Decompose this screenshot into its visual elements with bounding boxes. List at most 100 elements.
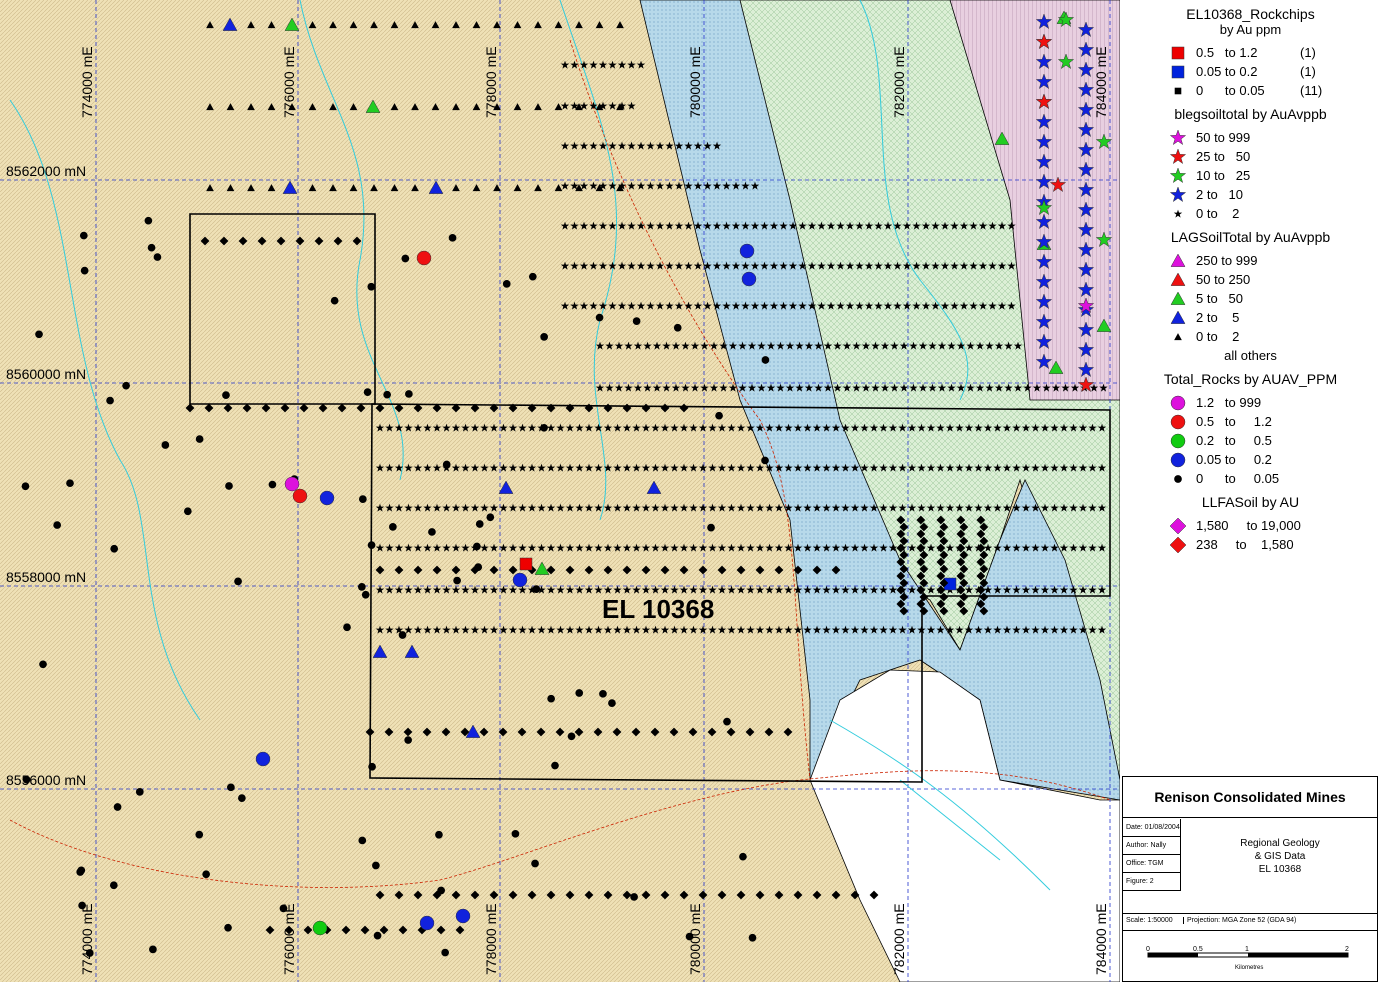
rock-sample [149, 945, 157, 954]
rock-sample [673, 323, 682, 332]
rock-sample [473, 542, 481, 551]
legend-row-count: (11) [1300, 83, 1323, 98]
legend-note: all others [1224, 348, 1277, 363]
figure-field: Figure: 2 [1123, 873, 1181, 891]
star-symbol-icon [1170, 149, 1186, 165]
rock-sample [707, 523, 715, 532]
rock-sample [330, 296, 339, 305]
legend-row: 250 to 999 [1122, 251, 1379, 270]
easting-label: 782000 mE [891, 903, 907, 975]
legend-row-label: 50 to 999 [1196, 130, 1251, 145]
rock-sample [357, 583, 366, 591]
legend-section-title: blegsoiltotal by AuAvppb [1174, 106, 1327, 122]
rock-sample [748, 933, 757, 942]
rock-sample [372, 861, 380, 870]
scale-tick-05: 0.5 [1193, 946, 1203, 953]
rock-sample [110, 544, 119, 553]
rock-sample [367, 541, 376, 549]
rock-sample [453, 576, 461, 585]
scale-tick-1: 1 [1245, 946, 1249, 953]
triangle-symbol-icon [1170, 291, 1186, 305]
rock-sample-blue [255, 751, 271, 767]
legend-row: 0.5 to 1.2 (1) [1122, 43, 1379, 62]
rock-sample [437, 886, 445, 895]
circle-symbol-icon [1170, 395, 1186, 411]
rock-sample [474, 563, 483, 571]
rock-sample [502, 280, 511, 288]
legend-row-label: 0.05 to 0.2 [1196, 64, 1258, 79]
northing-label: 8558000 mN [6, 569, 86, 585]
title-block: Renison Consolidated Mines Date: 01/08/2… [1122, 776, 1378, 982]
legend-row: 2 to 10 [1122, 185, 1379, 204]
rock-sample [113, 803, 122, 811]
rock-sample-blue [512, 572, 528, 588]
rockchip-sample-red [519, 557, 533, 571]
legend-row: 0 to 2 [1122, 204, 1379, 223]
square-symbol-icon [1171, 46, 1185, 60]
rock-sample [195, 830, 204, 839]
rock-sample [632, 317, 641, 325]
rock-sample [79, 231, 88, 240]
rock-sample [383, 390, 391, 399]
rock-sample [144, 216, 153, 225]
scale-field: Scale: 1:50000 [1126, 917, 1173, 924]
legend-row-count: (1) [1300, 64, 1316, 79]
rock-sample [428, 528, 436, 536]
rock-sample [35, 330, 43, 339]
rock-sample-blue [419, 915, 435, 931]
rock-sample [595, 313, 604, 322]
star-symbol-icon [1173, 209, 1183, 218]
company-name: Renison Consolidated Mines [1123, 777, 1377, 818]
legend-row: 1,580 to 19,000 [1122, 516, 1379, 535]
rock-sample [373, 931, 382, 940]
rock-sample-blue [739, 243, 755, 259]
rock-sample [540, 423, 548, 432]
legend-row-label: 0.5 to 1.2 [1196, 414, 1272, 429]
rock-sample-high [284, 476, 300, 492]
rock-sample [547, 694, 555, 703]
legend-row-label: 2 to 5 [1196, 310, 1240, 325]
geology-map[interactable]: 774000 mE 774000 mE 776000 mE 776000 mE 7780… [0, 0, 1121, 983]
rock-sample [761, 356, 770, 364]
triangle-symbol-icon [1170, 310, 1186, 324]
legend-row: 25 to 50 [1122, 147, 1379, 166]
easting-label: 778000 mE [483, 46, 499, 118]
easting-label: 778000 mE [483, 903, 499, 975]
legend-row-label: 10 to 25 [1196, 168, 1251, 183]
title-line-1: Regional Geology [1240, 838, 1320, 849]
rock-sample [528, 272, 537, 281]
legend-row: 50 to 250 [1122, 270, 1379, 289]
rock-sample [135, 788, 144, 796]
legend-row: 2 to 5 [1122, 308, 1379, 327]
easting-label: 782000 mE [891, 46, 907, 118]
legend-row-label: 0 to 2 [1196, 206, 1240, 221]
rock-sample [599, 689, 607, 698]
rock-sample [367, 282, 376, 291]
rock-sample [368, 762, 376, 771]
rock-sample [225, 482, 233, 490]
rock-sample [475, 520, 484, 528]
legend-row: 10 to 25 [1122, 166, 1379, 185]
rock-sample [238, 794, 246, 802]
rock-sample [404, 736, 413, 744]
author-field: Author: Nally [1123, 837, 1181, 855]
legend-row-label: 0.5 to 1.2 [1196, 45, 1258, 60]
star-symbol-icon [1170, 130, 1186, 146]
rock-sample [66, 479, 74, 488]
circle-symbol-icon [1170, 452, 1186, 468]
legend-section-title: Total_Rocks by AUAV_PPM [1163, 371, 1338, 387]
legend-row-label: 1.2 to 999 [1196, 395, 1262, 410]
rock-sample [398, 631, 407, 639]
easting-label: 784000 mE [1093, 903, 1109, 975]
easting-label: 780000 mE [687, 46, 703, 118]
legend-row-label: 5 to 50 [1196, 291, 1243, 306]
rock-sample [153, 253, 162, 261]
legend-section-subtitle: by Au ppm [1219, 22, 1282, 37]
rock-sample [39, 660, 47, 669]
legend-row-count: (1) [1300, 45, 1316, 60]
scale-unit: Kilometres [1235, 965, 1263, 971]
easting-label: 774000 mE [79, 903, 95, 975]
legend-row-label: 0 to 0.05 [1196, 471, 1280, 486]
rock-sample [227, 783, 235, 792]
rock-sample [80, 266, 89, 275]
